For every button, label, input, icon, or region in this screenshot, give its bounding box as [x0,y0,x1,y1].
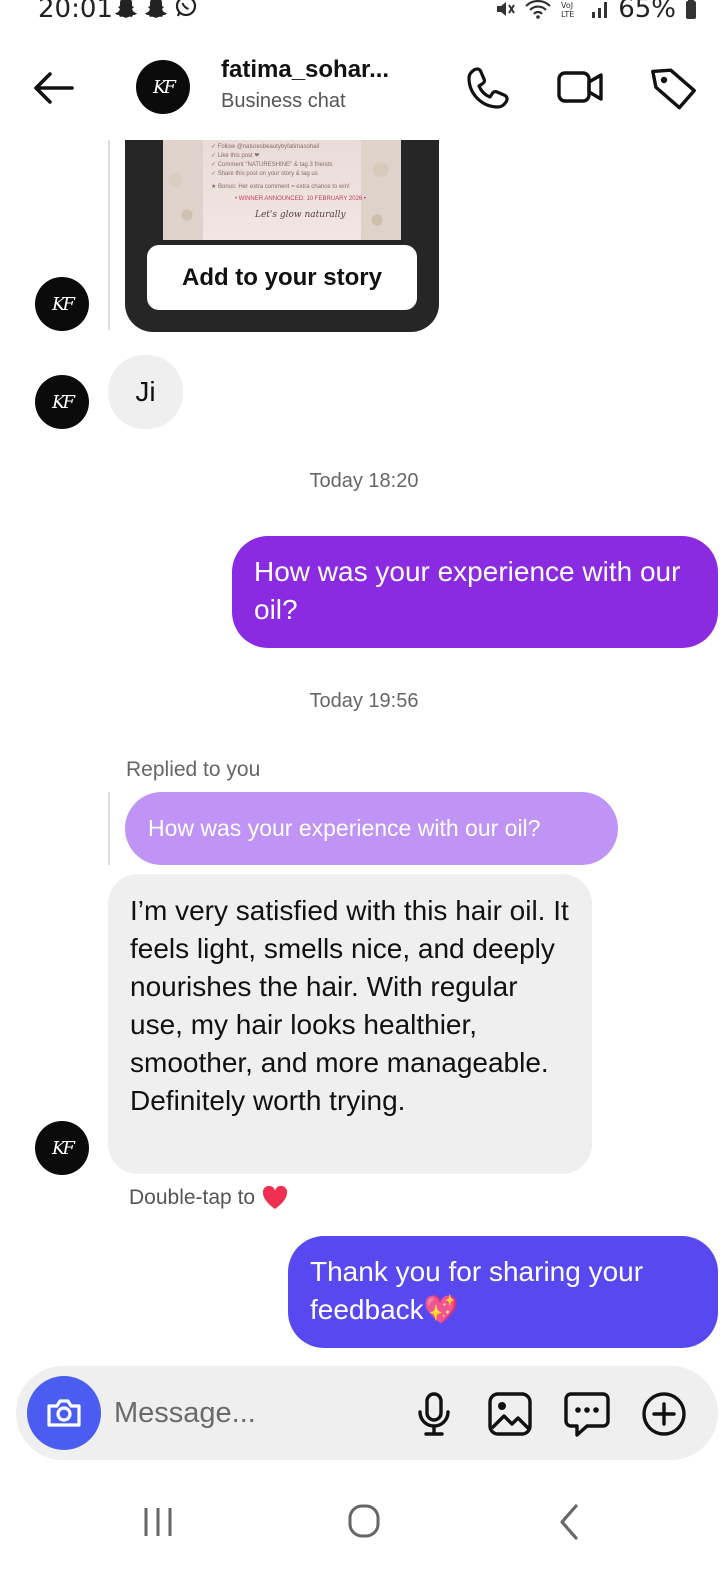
home-icon[interactable] [334,1500,394,1544]
story-image-text: ★ Bonus: Her extra comment = extra chanc… [211,184,350,190]
avatar[interactable]: KF [35,1121,89,1175]
message-timestamp: Today 19:56 [309,690,419,712]
message-input[interactable] [114,1390,394,1436]
system-status: VoJ LTE 65% [494,0,698,24]
story-image-text: • WINNER ANNOUNCED: 10 FEBRUARY 2026 • [235,196,367,202]
microphone-icon[interactable] [410,1390,458,1438]
camera-button[interactable] [27,1376,101,1450]
svg-text:VoJ: VoJ [561,1,573,10]
message-group-rule [108,140,110,330]
chat-header: KF fatima_sohar... Business chat [0,50,728,132]
avatar[interactable]: KF [35,277,89,331]
system-navigation-bar [0,1480,728,1579]
heart-icon[interactable] [261,1185,289,1211]
camera-icon [47,1399,81,1427]
reply-rule [108,792,110,865]
recent-apps-icon[interactable] [128,1500,188,1544]
add-to-story-button[interactable]: Add to your story [147,245,417,310]
plus-icon[interactable] [640,1390,688,1438]
back-nav-icon[interactable] [540,1500,600,1544]
video-camera-icon[interactable] [556,64,604,110]
battery-percent: 65% [618,0,676,24]
signal-icon [592,2,608,18]
story-image: ✓ Follow @naturesbeautybyfatimasohail ✓ … [163,140,401,240]
status-time: 20:01 [38,0,113,24]
story-image-text: ✓ Like this post ❤ [211,153,260,159]
contact-subtitle: Business chat [221,90,346,112]
replied-label: Replied to you [126,758,261,781]
avatar[interactable]: KF [136,60,190,114]
phone-icon[interactable] [464,64,512,110]
lte-icon: VoJLTE [561,1,574,19]
outgoing-message[interactable]: Thank you for sharing your feedback💖 [288,1236,718,1348]
wifi-icon [525,0,551,19]
story-image-flowers [163,140,203,240]
outgoing-message[interactable]: How was your experience with our oil? [232,536,718,648]
story-image-text: Let's glow naturally [255,210,346,220]
battery-icon [686,0,696,19]
mute-icon [497,2,516,16]
incoming-message[interactable]: I’m very satisfied with this hair oil. I… [108,874,592,1174]
story-image-text: ✓ Comment "NATURESHINE" & tag 3 friends [211,162,333,168]
double-tap-label: Double-tap to [129,1186,256,1209]
gallery-icon[interactable] [486,1390,534,1438]
message-composer [16,1366,718,1460]
whatsapp-icon [175,0,197,17]
story-image-text: ✓ Share this post on your story & tag us [211,171,318,177]
story-share-card[interactable]: ✓ Follow @naturesbeautybyfatimasohail ✓ … [125,140,439,332]
svg-text:LTE: LTE [561,10,574,19]
snapchat-icon [145,0,167,18]
story-image-text: ✓ Follow @naturesbeautybyfatimasohail [211,144,320,150]
tag-icon[interactable] [650,64,698,110]
avatar[interactable]: KF [35,375,89,429]
status-bar: 20:01 VoJ LTE 65% [0,0,728,24]
snapchat-icon [115,0,137,18]
quoted-message[interactable]: How was your experience with our oil? [125,792,618,865]
contact-name[interactable]: fatima_sohar... [221,56,389,84]
message-timestamp: Today 18:20 [309,470,419,492]
sticker-icon[interactable] [563,1390,611,1438]
story-image-flowers [361,140,401,240]
double-tap-hint: Double-tap to [129,1185,289,1211]
incoming-message[interactable]: Ji [108,355,183,429]
notification-icons [114,0,198,18]
back-arrow-icon[interactable] [28,66,80,110]
